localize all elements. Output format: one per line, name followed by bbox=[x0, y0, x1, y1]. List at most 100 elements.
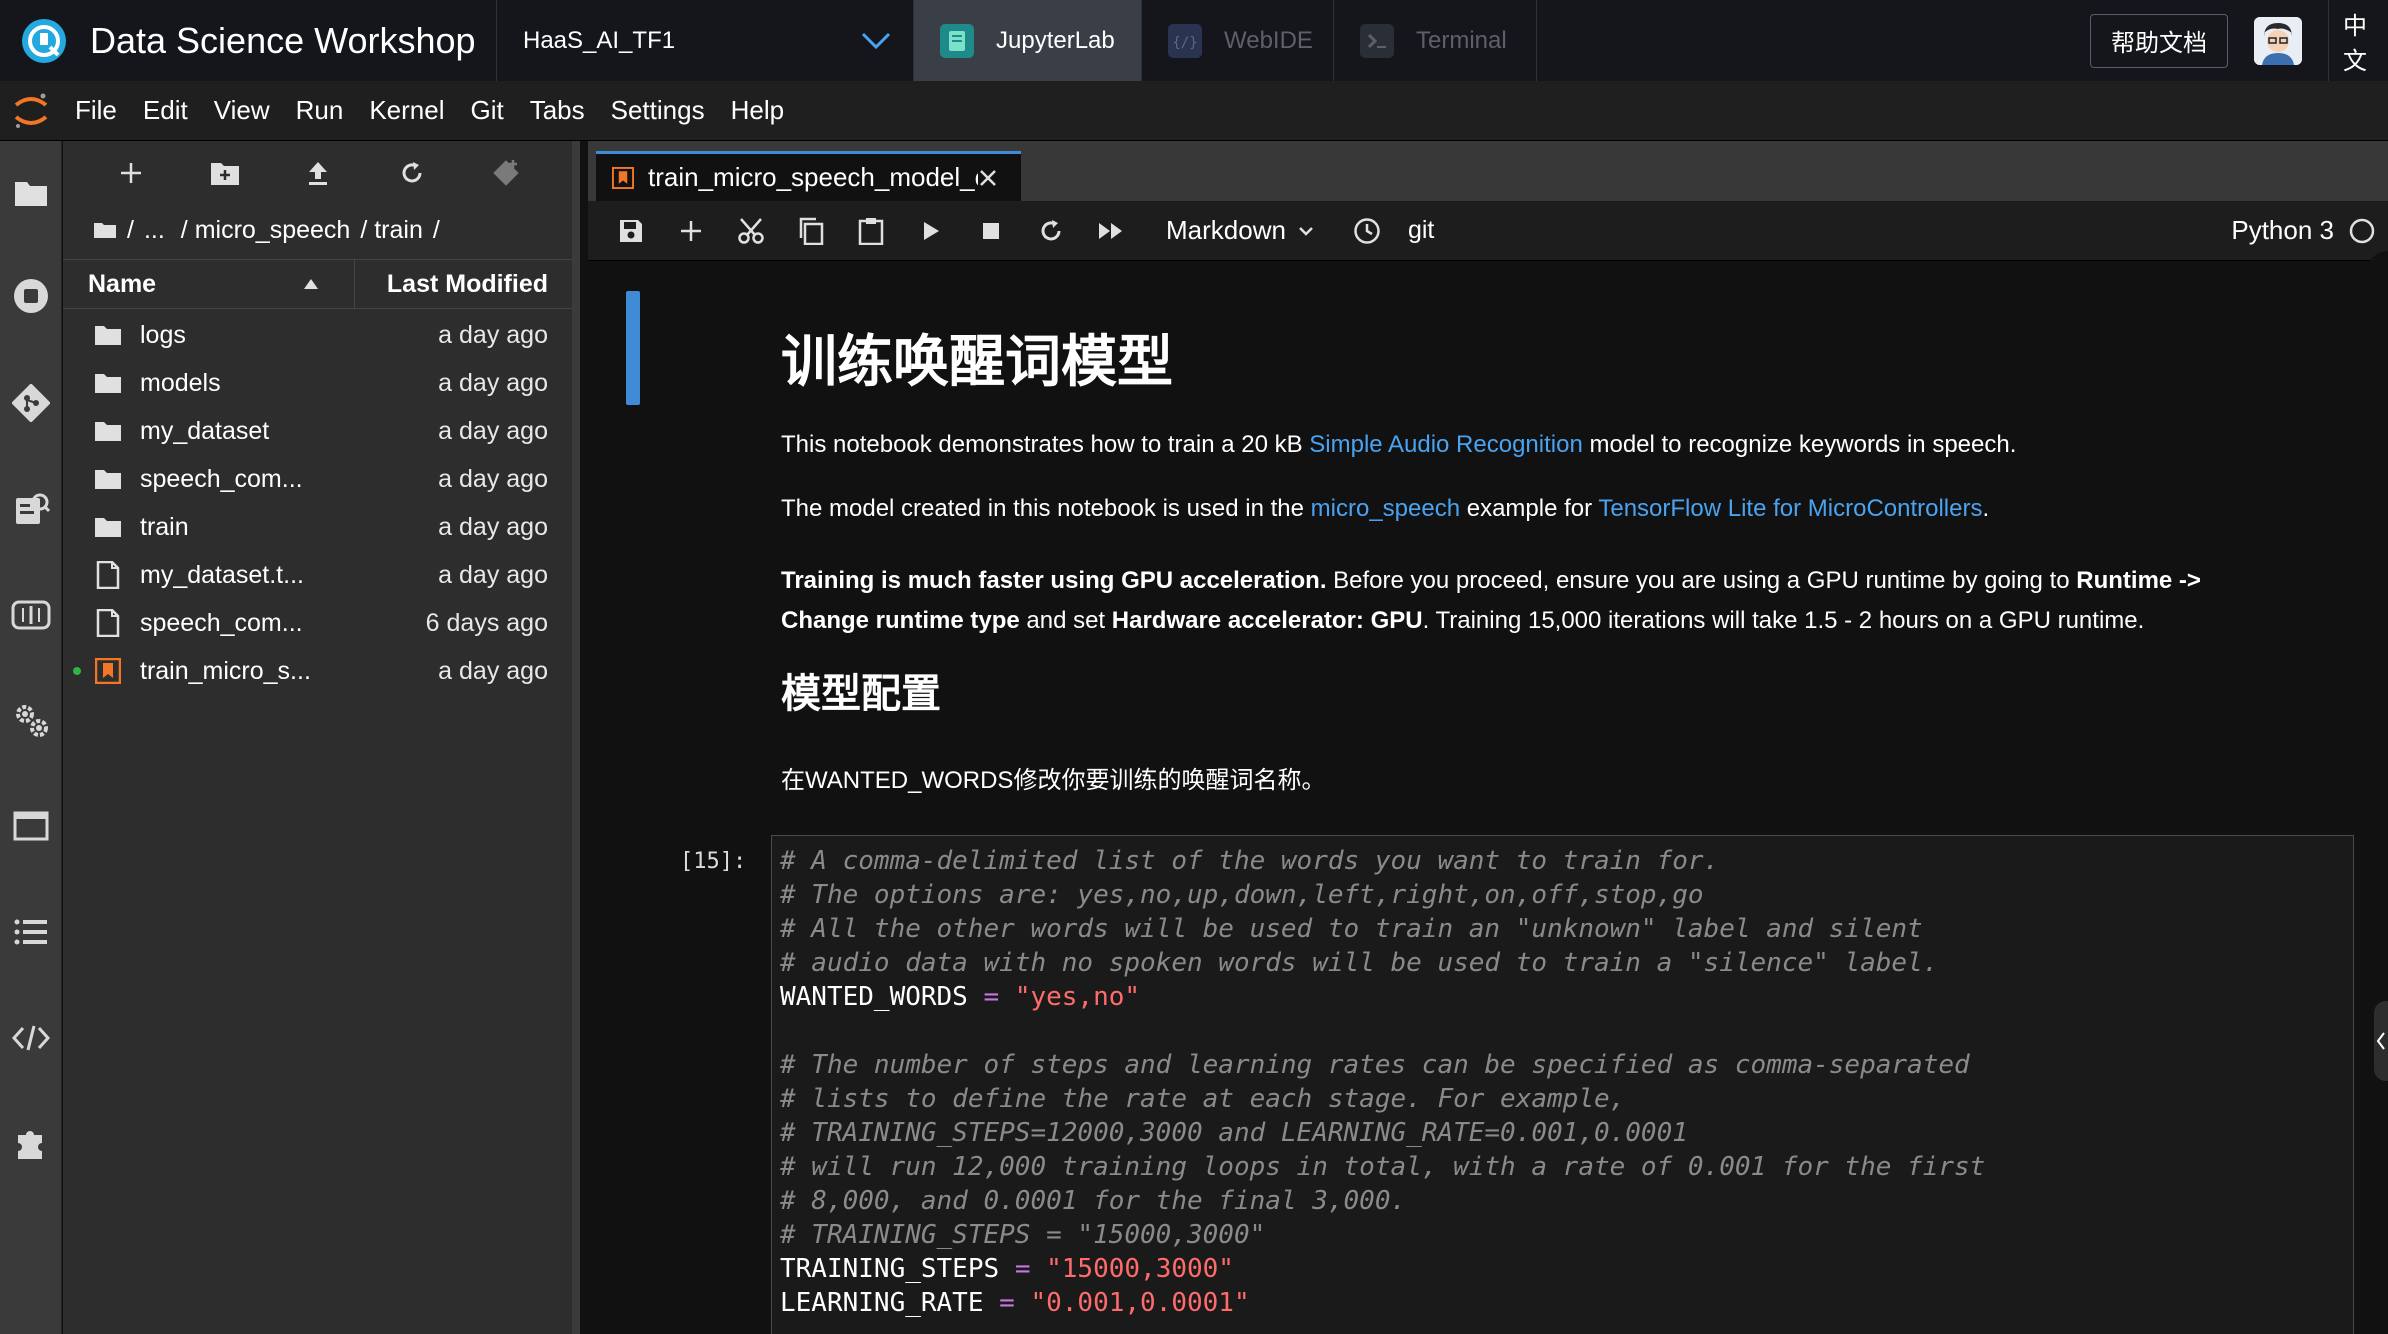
breadcrumb-root[interactable] bbox=[93, 221, 117, 239]
file-list: logs a day ago models a day ago my_datas… bbox=[63, 309, 572, 695]
close-icon[interactable] bbox=[978, 168, 998, 188]
git-icon[interactable] bbox=[9, 381, 53, 425]
list-item[interactable]: logs a day ago bbox=[63, 311, 572, 359]
link-tflite-micro[interactable]: TensorFlow Lite for MicroControllers bbox=[1598, 495, 1982, 522]
scissors-icon[interactable] bbox=[732, 212, 770, 250]
code-cell-editor[interactable]: # A comma-delimited list of the words yo… bbox=[771, 835, 2354, 1334]
file-modified: a day ago bbox=[438, 464, 548, 493]
gears-icon[interactable] bbox=[9, 698, 53, 742]
list-item[interactable]: speech_com... 6 days ago bbox=[63, 599, 572, 647]
column-name[interactable]: Name bbox=[63, 259, 355, 309]
code-icon[interactable] bbox=[9, 1016, 53, 1060]
chevron-down-icon bbox=[861, 31, 891, 51]
menu-edit[interactable]: Edit bbox=[130, 95, 201, 126]
menu-file[interactable]: File bbox=[62, 95, 130, 126]
markdown-paragraph: Change runtime type and set Hardware acc… bbox=[781, 607, 2145, 634]
tab-title: train_micro_speech_model_c bbox=[648, 162, 978, 192]
webide-icon: {/} bbox=[1168, 23, 1202, 58]
folder-icon bbox=[94, 223, 116, 238]
app-title: Data Science Workshop bbox=[90, 19, 476, 61]
run-icon[interactable] bbox=[912, 212, 950, 250]
help-docs-button[interactable]: 帮助文档 bbox=[2090, 13, 2228, 68]
project-select[interactable]: HaaS_AI_TF1 bbox=[497, 0, 914, 81]
notebook-icon bbox=[612, 166, 634, 189]
refresh-icon[interactable] bbox=[384, 151, 440, 195]
book-icon[interactable] bbox=[9, 593, 53, 637]
window-icon[interactable] bbox=[9, 804, 53, 848]
list-item[interactable]: speech_com... a day ago bbox=[63, 455, 572, 503]
list-item[interactable]: my_dataset a day ago bbox=[63, 407, 572, 455]
puzzle-icon[interactable] bbox=[9, 1122, 53, 1166]
list-item[interactable]: models a day ago bbox=[63, 359, 572, 407]
notebook-panel: train_micro_speech_model_c Markdown git … bbox=[588, 141, 2388, 1334]
avatar[interactable] bbox=[2254, 16, 2302, 65]
jupyterlab-icon bbox=[940, 23, 974, 58]
menu-run[interactable]: Run bbox=[283, 95, 357, 126]
column-last-modified[interactable]: Last Modified bbox=[355, 270, 572, 299]
menu-tabs[interactable]: Tabs bbox=[517, 95, 598, 126]
app-tab-terminal[interactable]: Terminal bbox=[1334, 0, 1537, 81]
plus-icon[interactable] bbox=[672, 212, 710, 250]
folder-icon[interactable] bbox=[9, 171, 53, 215]
list-item[interactable]: my_dataset.t... a day ago bbox=[63, 551, 572, 599]
app-tab-jupyterlab[interactable]: JupyterLab bbox=[914, 0, 1142, 81]
breadcrumb-sep: / bbox=[432, 215, 440, 244]
save-icon[interactable] bbox=[612, 212, 650, 250]
link-micro-speech[interactable]: micro_speech bbox=[1311, 495, 1460, 522]
clock-icon[interactable] bbox=[1348, 212, 1386, 250]
file-modified: a day ago bbox=[438, 656, 548, 685]
code-line: # audio data with no spoken words will b… bbox=[780, 948, 1939, 978]
file-modified: a day ago bbox=[438, 560, 548, 589]
collapse-right-panel-button[interactable] bbox=[2374, 1001, 2388, 1081]
fast-forward-icon[interactable] bbox=[1092, 212, 1130, 250]
stop-icon[interactable] bbox=[972, 212, 1010, 250]
file-modified: a day ago bbox=[438, 512, 548, 541]
git-clone-icon[interactable] bbox=[478, 151, 534, 195]
list-item[interactable]: train_micro_s... a day ago bbox=[63, 647, 572, 695]
property-inspector-icon[interactable] bbox=[9, 487, 53, 531]
markdown-paragraph: The model created in this notebook is us… bbox=[781, 495, 1990, 522]
new-folder-icon[interactable] bbox=[197, 151, 253, 195]
language-switch[interactable]: 中文 bbox=[2328, 0, 2388, 81]
brand[interactable]: Data Science Workshop bbox=[0, 0, 497, 81]
code-line: # The number of steps and learning rates… bbox=[780, 1050, 1970, 1080]
code-line: WANTED_WORDS = "yes,no" bbox=[780, 982, 1141, 1012]
menu-help[interactable]: Help bbox=[718, 95, 797, 126]
list-icon[interactable] bbox=[9, 910, 53, 954]
running-indicator bbox=[73, 667, 81, 675]
svg-text:{/}: {/} bbox=[1172, 35, 1197, 51]
file-modified: 6 days ago bbox=[425, 608, 548, 637]
menu-view[interactable]: View bbox=[201, 95, 283, 126]
tab-notebook[interactable]: train_micro_speech_model_c bbox=[596, 151, 1021, 201]
document-tab-bar: train_micro_speech_model_c bbox=[588, 141, 2388, 201]
restart-icon[interactable] bbox=[1032, 212, 1070, 250]
cell-type-select[interactable]: Markdown bbox=[1166, 215, 1314, 246]
topbar-right: 帮助文档 中文 bbox=[2090, 0, 2388, 81]
breadcrumb-ellipsis[interactable]: ... bbox=[144, 216, 165, 245]
code-line: # A comma-delimited list of the words yo… bbox=[780, 846, 1720, 876]
markdown-heading-1: 训练唤醒词模型 bbox=[781, 330, 1173, 393]
git-diff-button[interactable]: git bbox=[1408, 216, 1434, 245]
menu-git[interactable]: Git bbox=[457, 95, 516, 126]
folder-icon bbox=[93, 368, 123, 398]
active-cell-indicator[interactable] bbox=[626, 291, 640, 405]
paste-icon[interactable] bbox=[852, 212, 890, 250]
menu-settings[interactable]: Settings bbox=[598, 95, 718, 126]
kernel-name[interactable]: Python 3 bbox=[2231, 215, 2334, 246]
copy-icon[interactable] bbox=[792, 212, 830, 250]
breadcrumb-micro-speech[interactable]: / micro_speech bbox=[181, 216, 351, 245]
link-simple-audio-recognition[interactable]: Simple Audio Recognition bbox=[1309, 431, 1583, 458]
list-item[interactable]: train a day ago bbox=[63, 503, 572, 551]
breadcrumb-train[interactable]: / train bbox=[360, 216, 423, 245]
file-name: train_micro_s... bbox=[140, 656, 311, 685]
plus-icon[interactable] bbox=[103, 151, 159, 195]
folder-icon bbox=[93, 512, 123, 542]
file-name: models bbox=[140, 368, 221, 397]
stop-circle-icon[interactable] bbox=[9, 274, 53, 318]
menu-kernel[interactable]: Kernel bbox=[356, 95, 457, 126]
upload-icon[interactable] bbox=[291, 151, 347, 195]
app-tab-webide[interactable]: {/} WebIDE bbox=[1142, 0, 1334, 81]
markdown-paragraph: Training is much faster using GPU accele… bbox=[781, 567, 2201, 594]
code-line: # All the other words will be used to tr… bbox=[780, 914, 1923, 944]
activity-bar bbox=[0, 141, 62, 1334]
